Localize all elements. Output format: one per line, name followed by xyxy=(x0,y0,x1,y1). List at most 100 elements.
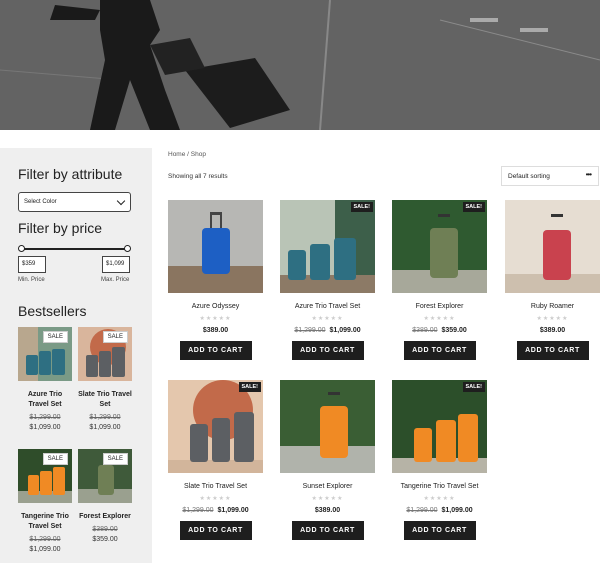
product-card: SALE! Tangerine Trio Travel Set ★★★★★ $1… xyxy=(392,380,487,540)
bestseller-image[interactable]: SALE xyxy=(18,327,72,381)
min-price-field[interactable]: $359 xyxy=(18,256,46,273)
bestseller-image[interactable]: SALE xyxy=(78,327,132,381)
product-price: $389.00 $359.00 xyxy=(392,327,487,334)
bestseller-price: $1,099.00 xyxy=(29,546,61,553)
product-price: $389.00 xyxy=(505,327,600,334)
add-to-cart-button[interactable]: ADD TO CART xyxy=(516,341,589,360)
product-current-price: $389.00 xyxy=(539,327,566,334)
product-name[interactable]: Sunset Explorer xyxy=(280,483,375,490)
product-name[interactable]: Azure Odyssey xyxy=(168,303,263,310)
product-current-price: $1,099.00 xyxy=(217,507,249,514)
product-old-price: $389.00 xyxy=(412,327,438,334)
color-select[interactable]: Select Color xyxy=(18,192,131,212)
add-to-cart-button[interactable]: ADD TO CART xyxy=(403,341,476,360)
bestseller-image[interactable]: SALE xyxy=(18,449,72,503)
breadcrumb[interactable]: Home / Shop xyxy=(168,151,206,158)
bestseller-name[interactable]: Forest Explorer xyxy=(78,512,132,522)
chevron-down-icon xyxy=(116,196,126,206)
product-name[interactable]: Azure Trio Travel Set xyxy=(280,303,375,310)
bestseller-item[interactable]: SALE Forest Explorer $389.00 $359.00 xyxy=(78,449,132,543)
max-price-field[interactable]: $1,099 xyxy=(102,256,130,273)
bestseller-old-price: $389.00 xyxy=(92,526,118,533)
product-current-price: $389.00 xyxy=(314,507,341,514)
product-image[interactable]: SALE! xyxy=(280,200,375,293)
min-price-label: Min. Price xyxy=(18,277,45,283)
product-current-price: $389.00 xyxy=(202,327,229,334)
product-card: SALE! Forest Explorer ★★★★★ $389.00 $359.… xyxy=(392,200,487,360)
product-price: $1,299.00 $1,099.00 xyxy=(392,507,487,514)
bestseller-price: $359.00 xyxy=(92,536,118,543)
product-image[interactable]: SALE! xyxy=(392,380,487,473)
bestseller-image[interactable]: SALE xyxy=(78,449,132,503)
more-icon: ••• xyxy=(585,170,592,179)
bestseller-item[interactable]: SALE Slate Trio Travel Set $1,299.00 $1,… xyxy=(78,327,132,431)
bestseller-item[interactable]: SALE Azure Trio Travel Set $1,299.00 $1,… xyxy=(18,327,72,431)
sale-badge: SALE xyxy=(42,453,68,465)
product-current-price: $1,099.00 xyxy=(441,507,473,514)
rating-stars: ★★★★★ xyxy=(311,316,344,322)
product-current-price: $1,099.00 xyxy=(329,327,361,334)
product-image[interactable] xyxy=(505,200,600,293)
product-image[interactable]: SALE! xyxy=(168,380,263,473)
bestseller-old-price: $1,299.00 xyxy=(29,536,61,543)
sale-badge: SALE! xyxy=(462,202,485,212)
product-name[interactable]: Slate Trio Travel Set xyxy=(168,483,263,490)
product-price: $1,299.00 $1,099.00 xyxy=(168,507,263,514)
product-price: $1,299.00 $1,099.00 xyxy=(280,327,375,334)
bestseller-old-price: $1,299.00 xyxy=(89,414,121,421)
sale-badge: SALE! xyxy=(462,382,485,392)
product-old-price: $1,299.00 xyxy=(182,507,214,514)
bestseller-name[interactable]: Slate Trio Travel Set xyxy=(78,390,132,410)
filter-price-heading: Filter by price xyxy=(18,220,103,236)
product-image[interactable] xyxy=(280,380,375,473)
product-name[interactable]: Ruby Roamer xyxy=(505,303,600,310)
rating-stars: ★★★★★ xyxy=(536,316,569,322)
price-slider-max-handle[interactable] xyxy=(124,245,131,252)
price-slider-track xyxy=(21,248,128,250)
product-old-price: $1,299.00 xyxy=(406,507,438,514)
bestseller-old-price: $1,299.00 xyxy=(29,414,61,421)
hero-banner xyxy=(0,0,600,130)
rating-stars: ★★★★★ xyxy=(423,316,456,322)
add-to-cart-button[interactable]: ADD TO CART xyxy=(403,521,476,540)
product-old-price: $1,299.00 xyxy=(294,327,326,334)
bestseller-name[interactable]: Tangerine Trio Travel Set xyxy=(18,512,72,532)
sale-badge: SALE! xyxy=(238,382,261,392)
bestseller-price: $1,099.00 xyxy=(89,424,121,431)
bestseller-name[interactable]: Azure Trio Travel Set xyxy=(18,390,72,410)
product-name[interactable]: Forest Explorer xyxy=(392,303,487,310)
rating-stars: ★★★★★ xyxy=(199,316,232,322)
sale-badge: SALE xyxy=(42,331,68,343)
price-slider[interactable] xyxy=(18,245,131,253)
product-price: $389.00 xyxy=(168,327,263,334)
product-current-price: $359.00 xyxy=(441,327,467,334)
add-to-cart-button[interactable]: ADD TO CART xyxy=(291,341,364,360)
add-to-cart-button[interactable]: ADD TO CART xyxy=(179,521,252,540)
product-name[interactable]: Tangerine Trio Travel Set xyxy=(392,483,487,490)
sale-badge: SALE xyxy=(102,453,128,465)
product-card: SALE! Azure Trio Travel Set ★★★★★ $1,299… xyxy=(280,200,375,360)
product-card: Sunset Explorer ★★★★★ $389.00 ADD TO CAR… xyxy=(280,380,375,540)
bestsellers-heading: Bestsellers xyxy=(18,303,87,319)
result-count: Showing all 7 results xyxy=(168,173,228,180)
price-slider-min-handle[interactable] xyxy=(18,245,25,252)
product-image[interactable]: SALE! xyxy=(392,200,487,293)
product-card: Azure Odyssey ★★★★★ $389.00 ADD TO CART xyxy=(168,200,263,360)
color-select-value: Select Color xyxy=(24,199,57,205)
sort-select[interactable]: Default sorting ••• xyxy=(501,166,599,186)
bestseller-price: $1,099.00 xyxy=(29,424,61,431)
product-image[interactable] xyxy=(168,200,263,293)
rating-stars: ★★★★★ xyxy=(311,496,344,502)
sort-select-value: Default sorting xyxy=(508,173,550,180)
bestseller-item[interactable]: SALE Tangerine Trio Travel Set $1,299.00… xyxy=(18,449,72,553)
max-price-label: Max. Price xyxy=(101,277,130,283)
sale-badge: SALE! xyxy=(350,202,373,212)
product-price: $389.00 xyxy=(280,507,375,514)
sale-badge: SALE xyxy=(102,331,128,343)
sidebar: Filter by attribute Select Color Filter … xyxy=(0,148,152,563)
add-to-cart-button[interactable]: ADD TO CART xyxy=(291,521,364,540)
product-card: SALE! Slate Trio Travel Set ★★★★★ $1,299… xyxy=(168,380,263,540)
product-card: Ruby Roamer ★★★★★ $389.00 ADD TO CART xyxy=(505,200,600,360)
rating-stars: ★★★★★ xyxy=(423,496,456,502)
add-to-cart-button[interactable]: ADD TO CART xyxy=(179,341,252,360)
